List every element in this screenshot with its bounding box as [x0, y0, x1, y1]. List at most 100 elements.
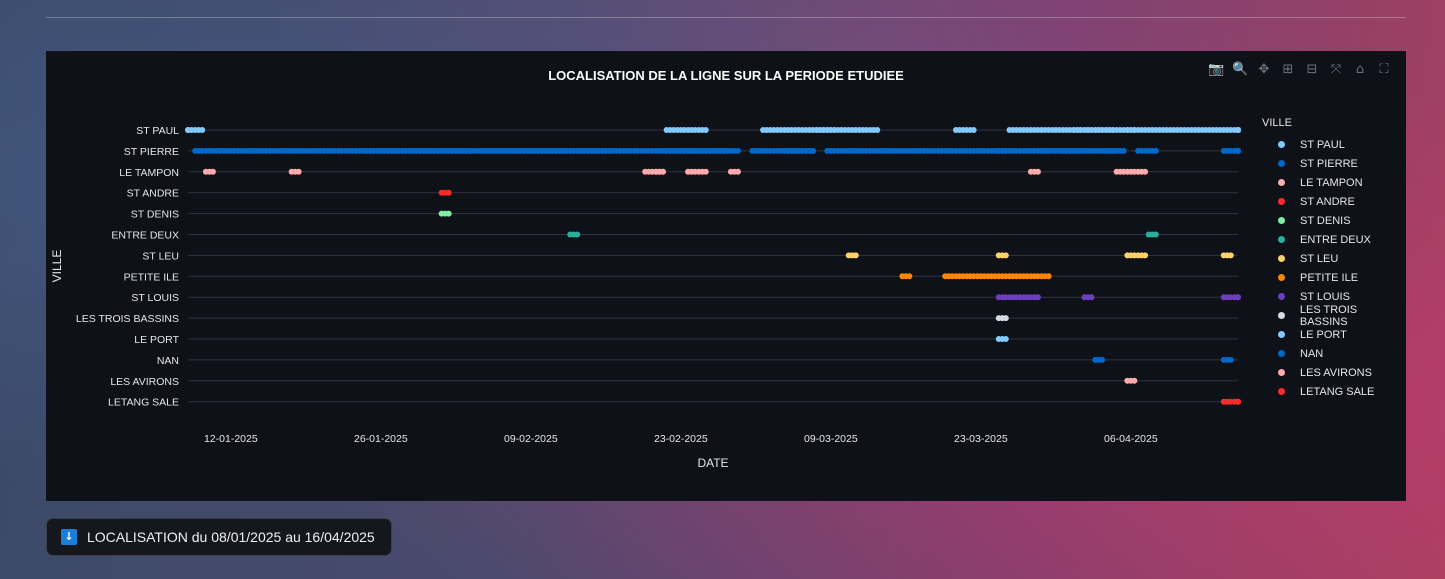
home-icon[interactable]: ⌂ [1352, 62, 1368, 78]
legend-marker [1278, 198, 1285, 205]
legend-label: ST ANDRE [1300, 195, 1355, 208]
data-point[interactable] [970, 127, 977, 133]
data-point[interactable] [1227, 252, 1234, 259]
legend-label: ENTRE DEUX [1300, 233, 1371, 246]
data-point[interactable] [809, 147, 816, 154]
x-tick-label: 06-04-2025 [1104, 433, 1158, 445]
legend-marker [1278, 331, 1285, 338]
camera-icon[interactable]: 📷 [1208, 62, 1224, 78]
data-point[interactable] [467, 147, 474, 154]
download-localisation-button[interactable]: ↓ LOCALISATION du 08/01/2025 au 16/04/20… [46, 518, 392, 556]
y-tick-label: LETANG SALE [108, 397, 179, 409]
data-point[interactable] [1045, 273, 1052, 280]
download-button-label: LOCALISATION du 08/01/2025 au 16/04/2025 [87, 529, 375, 545]
legend-label: ST DENIS [1300, 214, 1351, 227]
legend-item[interactable]: LES AVIRONS [1262, 363, 1406, 382]
data-point[interactable] [1002, 252, 1009, 259]
legend-marker [1278, 236, 1285, 243]
legend-item[interactable]: ST PAUL [1262, 135, 1406, 154]
legend-marker [1278, 160, 1285, 167]
scatter-chart[interactable]: LOCALISATION DE LA LIGNE SUR LA PERIODE … [46, 51, 1406, 501]
pan-icon[interactable]: ✥ [1256, 62, 1272, 78]
y-tick-label: PETITE ILE [124, 271, 179, 283]
data-point[interactable] [874, 127, 881, 133]
data-point[interactable] [659, 168, 666, 175]
zoom-icon[interactable]: 🔍 [1232, 62, 1248, 78]
y-axis-title: VILLE [50, 250, 64, 283]
legend-item[interactable]: ST LEU [1262, 249, 1406, 268]
data-point[interactable] [1034, 168, 1041, 175]
legend-title: VILLE [1262, 117, 1292, 129]
chart-panel[interactable]: LOCALISATION DE LA LIGNE SUR LA PERIODE … [46, 51, 1406, 501]
data-point[interactable] [1152, 231, 1159, 238]
data-point[interactable] [1142, 252, 1149, 259]
data-point[interactable] [445, 210, 452, 217]
data-point[interactable] [1227, 356, 1234, 363]
data-point[interactable] [295, 168, 302, 175]
y-tick-label: ST PAUL [136, 125, 179, 137]
data-point[interactable] [1045, 147, 1052, 154]
legend-item[interactable]: ST PIERRE [1262, 154, 1406, 173]
legend-marker [1278, 255, 1285, 262]
data-point[interactable] [574, 231, 581, 238]
data-point[interactable] [209, 168, 216, 175]
y-tick-label: LES AVIRONS [110, 376, 179, 388]
zoom-in-icon[interactable]: ⊞ [1280, 62, 1296, 78]
data-point[interactable] [1235, 127, 1241, 133]
legend-marker [1278, 388, 1285, 395]
data-point[interactable] [1002, 336, 1009, 342]
data-point[interactable] [1152, 147, 1159, 154]
legend-marker [1278, 179, 1285, 186]
data-point[interactable] [702, 168, 709, 175]
data-point[interactable] [1131, 377, 1138, 384]
data-point[interactable] [1099, 356, 1106, 363]
legend-item[interactable]: NAN [1262, 344, 1406, 363]
chart-title: LOCALISATION DE LA LIGNE SUR LA PERIODE … [548, 68, 904, 83]
legend-item[interactable]: PETITE ILE [1262, 268, 1406, 287]
legend-label: LES AVIRONS [1300, 366, 1372, 379]
data-point[interactable] [1120, 147, 1127, 154]
legend-label: NAN [1300, 347, 1324, 360]
legend-item[interactable]: LE TAMPON [1262, 173, 1406, 192]
legend-item[interactable]: ENTRE DEUX [1262, 230, 1406, 249]
legend-item[interactable]: ST DENIS [1262, 211, 1406, 230]
data-point[interactable] [852, 252, 859, 259]
y-tick-label: ST DENIS [131, 209, 179, 221]
data-point[interactable] [702, 127, 709, 133]
y-tick-label: LE PORT [134, 334, 179, 346]
y-tick-label: ST PIERRE [124, 146, 179, 158]
data-point[interactable] [1235, 294, 1241, 301]
data-point[interactable] [199, 127, 206, 133]
x-axis-title: DATE [697, 456, 728, 470]
legend-marker [1278, 141, 1285, 148]
legend-item[interactable]: ST ANDRE [1262, 192, 1406, 211]
data-point[interactable] [1088, 294, 1095, 301]
data-point[interactable] [1142, 168, 1149, 175]
x-tick-label: 23-03-2025 [954, 433, 1008, 445]
autoscale-icon[interactable]: ⤧ [1328, 62, 1344, 78]
legend-label: LETANG SALE [1300, 385, 1375, 398]
y-tick-label: ST LOUIS [131, 292, 179, 304]
legend-label: ST LEU [1300, 252, 1339, 265]
data-point[interactable] [1235, 147, 1241, 154]
legend-label: LES TROIS BASSINS [1299, 303, 1358, 328]
data-point[interactable] [1235, 398, 1241, 405]
data-point[interactable] [734, 168, 741, 175]
fullscreen-icon[interactable]: ⛶ [1376, 62, 1392, 78]
legend-marker [1278, 350, 1285, 357]
down-arrow-icon: ↓ [61, 529, 77, 545]
legend-item[interactable]: LE PORT [1262, 325, 1406, 344]
legend-label: PETITE ILE [1300, 271, 1359, 284]
legend-label: ST PIERRE [1300, 157, 1358, 170]
legend-marker [1278, 293, 1285, 300]
legend-item[interactable]: LETANG SALE [1262, 382, 1406, 401]
top-divider [46, 17, 1406, 18]
data-point[interactable] [445, 189, 452, 196]
data-point[interactable] [734, 147, 741, 154]
x-tick-label: 09-03-2025 [804, 433, 858, 445]
zoom-out-icon[interactable]: ⊟ [1304, 62, 1320, 78]
data-point[interactable] [906, 273, 913, 280]
legend-item[interactable]: LES TROIS BASSINS [1262, 303, 1406, 328]
data-point[interactable] [1034, 294, 1041, 301]
data-point[interactable] [1002, 315, 1009, 322]
